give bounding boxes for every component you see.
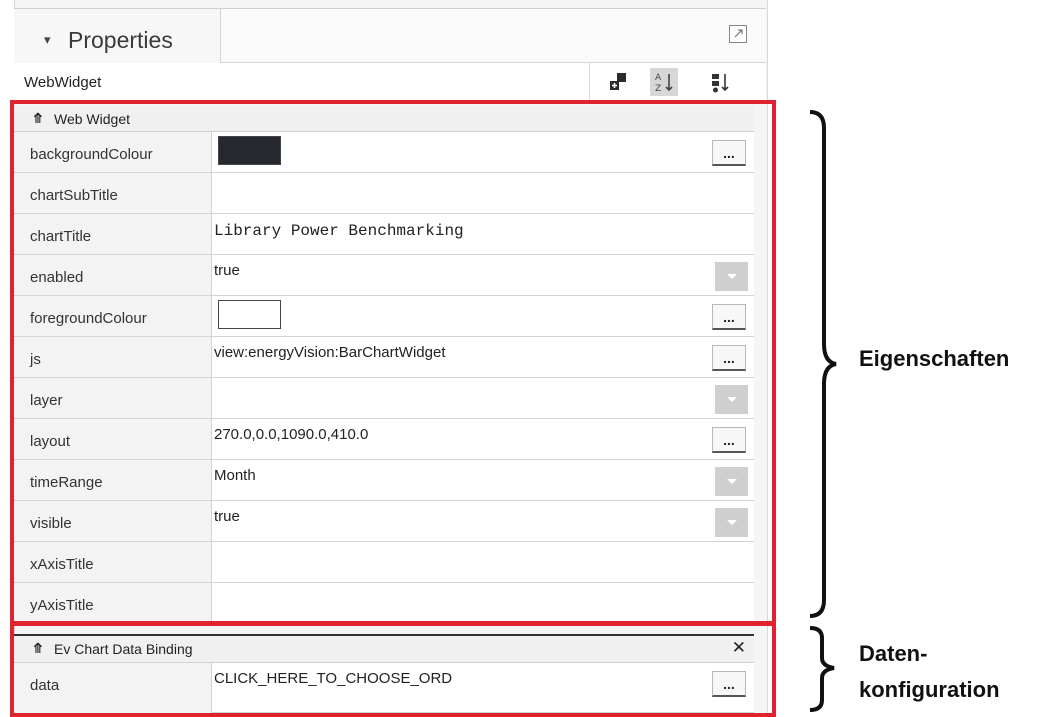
sort-az-icon: A Z (655, 73, 673, 94)
add-slot-icon (610, 73, 626, 90)
tab-properties-label: Properties (68, 27, 173, 53)
annotation-konfiguration: konfiguration (859, 677, 1000, 702)
sort-order-button[interactable] (706, 68, 734, 96)
brace-data-config (809, 626, 835, 712)
tab-strip (221, 9, 766, 63)
maximize-icon[interactable] (729, 25, 747, 43)
brace-properties (809, 110, 837, 618)
sort-alphabetical-button[interactable]: A Z (650, 68, 678, 96)
add-slot-button[interactable] (604, 68, 632, 96)
chevron-down-icon[interactable]: ▾ (44, 32, 51, 48)
annotation-daten: Daten- (859, 641, 928, 666)
svg-text:Z: Z (655, 84, 661, 94)
selected-object-name: WebWidget (24, 74, 102, 91)
annotation-eigenschaften: Eigenschaften (859, 346, 1010, 371)
highlight-properties-box (10, 100, 776, 625)
sort-order-icon (712, 74, 729, 93)
highlight-binding-box (10, 622, 776, 717)
tab-properties[interactable]: ▾ Properties (14, 9, 221, 63)
toolbar-divider (589, 63, 590, 101)
svg-text:A: A (655, 73, 662, 83)
